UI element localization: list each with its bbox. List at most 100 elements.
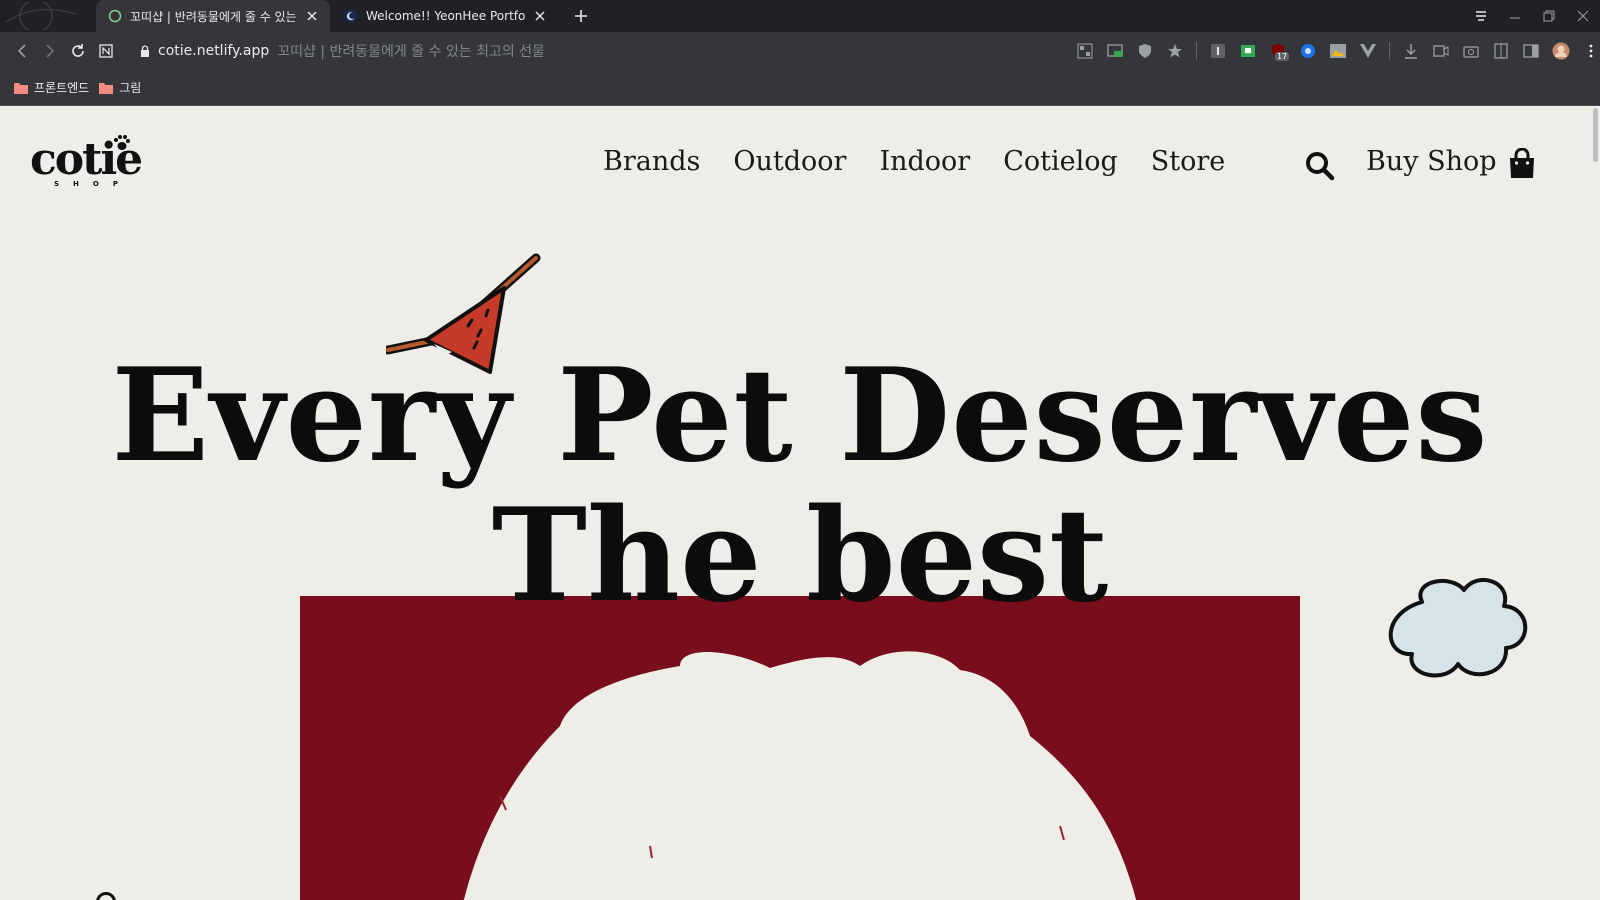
decorative-ring (96, 892, 116, 900)
cast-icon (1107, 44, 1123, 57)
vue-devtools-button[interactable] (1359, 42, 1377, 60)
info-icon (1211, 44, 1225, 58)
close-icon[interactable] (532, 8, 548, 24)
close-icon (1577, 10, 1589, 22)
back-icon (17, 44, 26, 58)
qr-code-button[interactable] (1076, 42, 1094, 60)
address-bar[interactable]: cotie.netlify.app 꼬띠샵 | 반려동물에게 줄 수 있는 최고… (140, 37, 1070, 65)
toolbar-separator (1389, 42, 1390, 60)
url-host: cotie.netlify.app (158, 43, 270, 59)
web-page: cotie SHOP Brands Outdoor Indoor Cotielo… (0, 106, 1600, 900)
new-tab-button[interactable] (572, 7, 590, 25)
buy-shop-link[interactable]: Buy Shop (1366, 146, 1497, 177)
close-icon[interactable] (304, 8, 320, 24)
nav-brands[interactable]: Brands (603, 146, 700, 177)
download-button[interactable] (1402, 42, 1420, 60)
reader-mode-button[interactable] (1492, 42, 1510, 60)
moon-icon (344, 9, 358, 23)
avatar-icon (1552, 42, 1570, 60)
profile-avatar[interactable] (1552, 42, 1570, 60)
window-controls (1464, 0, 1600, 32)
bookmark-star-button[interactable] (1166, 42, 1184, 60)
minimize-icon (1510, 17, 1520, 19)
hero-title-line-2: The best (491, 481, 1109, 631)
search-icon (1306, 152, 1335, 181)
bookmark-folder-frontend[interactable]: 프론트엔드 (14, 79, 89, 96)
video-button[interactable] (1432, 42, 1450, 60)
blue-circle-extension-button[interactable] (1299, 42, 1317, 60)
extension-area: 17 (1076, 37, 1600, 65)
nav-outdoor[interactable]: Outdoor (733, 146, 846, 177)
cotie-shop-logo[interactable]: cotie SHOP (30, 134, 154, 194)
folder-icon (14, 82, 28, 94)
folder-icon (99, 82, 114, 94)
more-vert-icon (1589, 44, 1593, 58)
browser-menu-button[interactable] (1582, 42, 1600, 60)
screenshot-button[interactable] (1462, 42, 1480, 60)
window-menu-icon[interactable] (5, 0, 77, 33)
vue-icon (1360, 44, 1376, 58)
browser-tab-strip: 꼬띠샵 | 반려동물에게 줄 수 있는 최고의 선물 Welcome!! Yeo… (0, 0, 1600, 33)
image-extension-button[interactable] (1329, 42, 1347, 60)
reader-icon (1494, 43, 1508, 59)
shield-icon (1139, 44, 1151, 58)
notion-icon (99, 44, 113, 58)
loading-circle-icon (108, 9, 122, 23)
hero-title: Every Pet Deserves The best (0, 346, 1600, 626)
nav-cotielog[interactable]: Cotielog (1003, 146, 1118, 177)
tab-title: Welcome!! YeonHee Portfolio! (366, 9, 526, 23)
browser-toolbar: cotie.netlify.app 꼬띠샵 | 반려동물에게 줄 수 있는 최고… (0, 32, 1600, 70)
search-button[interactable] (1304, 150, 1336, 182)
plus-icon (575, 10, 587, 22)
back-button[interactable] (8, 37, 36, 65)
hero-image-panel (300, 596, 1300, 900)
url-page-title: 꼬띠샵 | 반려동물에게 줄 수 있는 최고의 선물 (277, 44, 545, 60)
nav-store[interactable]: Store (1151, 146, 1226, 177)
restore-icon (1543, 10, 1555, 22)
hero-title-line-1: Every Pet Deserves (111, 341, 1489, 491)
cast-button[interactable] (1106, 42, 1124, 60)
reload-icon (72, 44, 84, 57)
lock-icon (141, 45, 149, 57)
circle-icon (1301, 44, 1315, 58)
white-dog-illustration (463, 651, 1137, 900)
star-icon (1168, 44, 1182, 58)
notion-extension-button[interactable] (92, 37, 120, 65)
side-panel-icon (1523, 44, 1539, 58)
tab-search-button[interactable] (1464, 4, 1498, 28)
bookmarks-bar: 프론트엔드 그림 (0, 70, 1600, 106)
camera-icon (1463, 46, 1479, 58)
forward-icon (46, 44, 55, 58)
extension-i-button[interactable] (1209, 42, 1227, 60)
card-icon (1241, 45, 1255, 57)
tab-portfolio[interactable]: Welcome!! YeonHee Portfolio! (332, 0, 558, 32)
list-icon (1476, 11, 1486, 21)
extension-badge: 17 (1275, 52, 1290, 61)
main-nav: Brands Outdoor Indoor Cotielog Store (603, 146, 1258, 177)
ublock-button[interactable]: 17 (1269, 42, 1290, 61)
tab-title: 꼬띠샵 | 반려동물에게 줄 수 있는 최고의 선물 (130, 9, 298, 24)
download-icon (1405, 44, 1417, 59)
qr-code-icon (1077, 43, 1093, 59)
paw-icon (114, 135, 130, 150)
forward-button[interactable] (36, 37, 64, 65)
nav-indoor[interactable]: Indoor (879, 146, 970, 177)
shopping-bag-button[interactable] (1508, 147, 1536, 184)
shopping-bag-icon (1510, 147, 1534, 178)
bookmark-label: 프론트엔드 (34, 81, 90, 95)
video-icon (1433, 45, 1449, 57)
scrollbar-thumb[interactable] (1593, 108, 1598, 162)
minimize-button[interactable] (1498, 4, 1532, 28)
tab-cotie-shop[interactable]: 꼬띠샵 | 반려동물에게 줄 수 있는 최고의 선물 (96, 0, 330, 32)
close-window-button[interactable] (1566, 4, 1600, 28)
logo-subtitle: SHOP (54, 180, 132, 188)
toolbar-separator (1196, 42, 1197, 60)
bookmark-folder-drawing[interactable]: 그림 (99, 79, 141, 96)
image-icon (1330, 44, 1346, 58)
bookmark-label: 그림 (119, 81, 142, 95)
shield-button[interactable] (1136, 42, 1154, 60)
extension-card-button[interactable] (1239, 42, 1257, 60)
restore-button[interactable] (1532, 4, 1566, 28)
side-panel-button[interactable] (1522, 42, 1540, 60)
reload-button[interactable] (64, 37, 92, 65)
